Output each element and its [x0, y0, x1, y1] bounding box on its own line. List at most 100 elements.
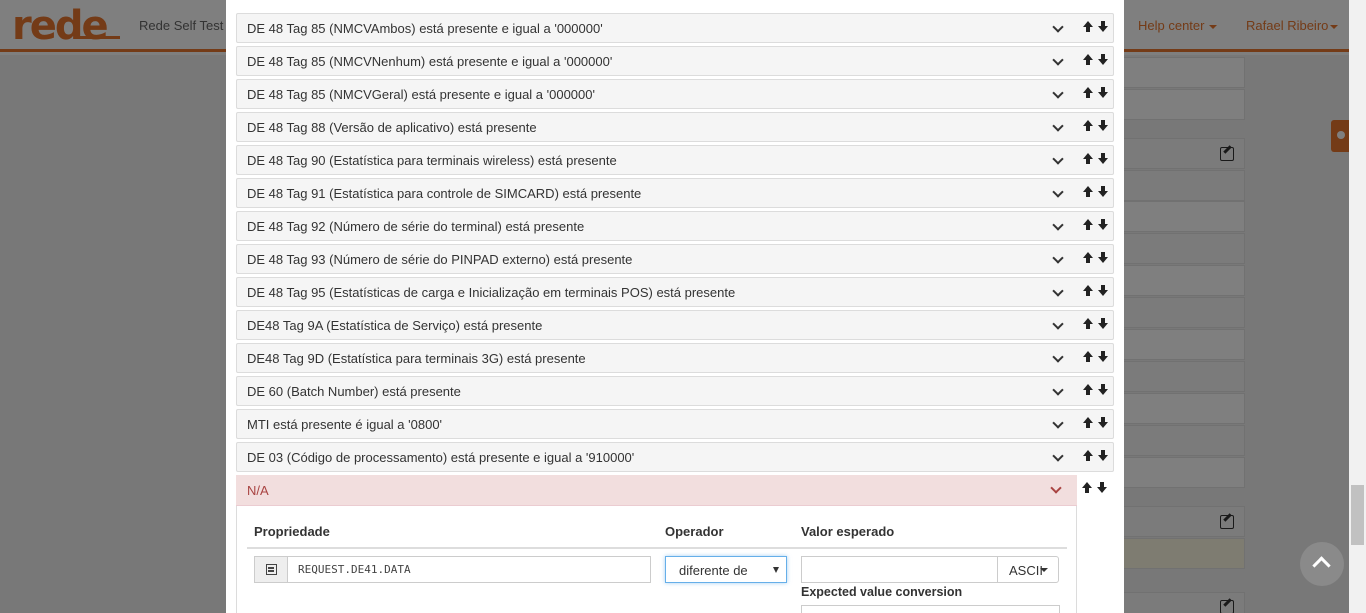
rule-label: DE 48 Tag 92 (Número de série do termina… — [247, 219, 585, 234]
rule-panel[interactable]: MTI está presente é igual a '0800' — [236, 409, 1114, 439]
arrow-up-icon[interactable] — [1083, 285, 1093, 299]
property-field[interactable]: REQUEST.DE41.DATA — [254, 556, 651, 583]
rule-item[interactable]: DE48 Tag 9A (Estatística de Serviço) est… — [236, 310, 1114, 340]
property-value: REQUEST.DE41.DATA — [298, 563, 411, 576]
rule-item[interactable]: MTI está presente é igual a '0800' — [236, 409, 1114, 439]
rule-label: DE 03 (Código de processamento) está pre… — [247, 450, 635, 465]
arrow-up-icon[interactable] — [1083, 252, 1093, 266]
arrow-down-icon[interactable] — [1098, 417, 1108, 431]
rule-label: DE 48 Tag 95 (Estatísticas de carga e In… — [247, 285, 736, 300]
arrow-up-icon[interactable] — [1083, 153, 1093, 167]
arrow-up-icon[interactable] — [1083, 450, 1093, 464]
chevron-down-icon[interactable] — [1052, 21, 1064, 33]
rule-panel[interactable]: DE 48 Tag 91 (Estatística para controle … — [236, 178, 1114, 208]
rule-panel[interactable]: DE 48 Tag 90 (Estatística para terminais… — [236, 145, 1114, 175]
rule-panel[interactable]: DE48 Tag 9D (Estatística para terminais … — [236, 343, 1114, 373]
list-icon — [266, 564, 277, 575]
rule-panel[interactable]: DE 48 Tag 92 (Número de série do termina… — [236, 211, 1114, 241]
rule-item[interactable]: DE 48 Tag 95 (Estatísticas de carga e In… — [236, 277, 1114, 307]
arrow-down-icon[interactable] — [1098, 87, 1108, 101]
expected-value-input[interactable] — [801, 556, 998, 583]
arrow-up-icon[interactable] — [1083, 186, 1093, 200]
chevron-down-icon[interactable] — [1052, 285, 1064, 297]
rule-label: DE 60 (Batch Number) está presente — [247, 384, 461, 399]
rule-item[interactable]: DE 48 Tag 85 (NMCVGeral) está presente e… — [236, 79, 1114, 109]
arrow-down-icon[interactable] — [1098, 351, 1108, 365]
conversion-input[interactable] — [801, 605, 1060, 613]
active-rule-header[interactable]: N/A — [236, 475, 1077, 506]
arrow-down-icon[interactable] — [1098, 153, 1108, 167]
chevron-down-icon[interactable] — [1052, 54, 1064, 66]
arrow-down-icon[interactable] — [1098, 54, 1108, 68]
rule-label: DE 48 Tag 85 (NMCVAmbos) está presente e… — [247, 21, 603, 36]
rule-item[interactable]: DE 60 (Batch Number) está presente — [236, 376, 1114, 406]
arrow-down-icon[interactable] — [1098, 318, 1108, 332]
rule-label: MTI está presente é igual a '0800' — [247, 417, 443, 432]
property-picker-button[interactable] — [255, 557, 288, 582]
arrow-up-icon[interactable] — [1083, 54, 1093, 68]
arrow-down-icon[interactable] — [1097, 482, 1107, 496]
chevron-down-icon[interactable] — [1052, 318, 1064, 330]
rule-label: DE 48 Tag 85 (NMCVNenhum) está presente … — [247, 54, 613, 69]
rule-item[interactable]: DE 48 Tag 85 (NMCVAmbos) está presente e… — [236, 13, 1114, 43]
rule-panel[interactable]: DE 48 Tag 85 (NMCVNenhum) está presente … — [236, 46, 1114, 76]
rule-panel[interactable]: DE 03 (Código de processamento) está pre… — [236, 442, 1114, 472]
expected-value-header: Valor esperado — [801, 524, 895, 539]
chevron-down-icon[interactable] — [1052, 87, 1064, 99]
back-to-top-button[interactable] — [1300, 542, 1344, 586]
scrollbar-thumb[interactable] — [1351, 485, 1364, 545]
encoding-label: ASCII — [1009, 563, 1043, 578]
arrow-down-icon[interactable] — [1098, 285, 1108, 299]
arrow-down-icon[interactable] — [1098, 450, 1108, 464]
arrow-up-icon[interactable] — [1083, 21, 1093, 35]
header-divider — [247, 547, 1067, 549]
chevron-down-icon[interactable] — [1052, 417, 1064, 429]
arrow-down-icon[interactable] — [1098, 21, 1108, 35]
rule-panel[interactable]: DE 48 Tag 88 (Versão de aplicativo) está… — [236, 112, 1114, 142]
chevron-down-icon[interactable] — [1050, 482, 1062, 494]
arrow-down-icon[interactable] — [1098, 186, 1108, 200]
arrow-up-icon[interactable] — [1083, 318, 1093, 332]
rule-item[interactable]: DE 48 Tag 90 (Estatística para terminais… — [236, 145, 1114, 175]
rule-panel[interactable]: DE 48 Tag 93 (Número de série do PINPAD … — [236, 244, 1114, 274]
chevron-down-icon[interactable] — [1052, 219, 1064, 231]
chevron-down-icon[interactable] — [1052, 120, 1064, 132]
rule-item[interactable]: DE 48 Tag 85 (NMCVNenhum) está presente … — [236, 46, 1114, 76]
rule-panel[interactable]: DE48 Tag 9A (Estatística de Serviço) est… — [236, 310, 1114, 340]
rule-panel[interactable]: DE 48 Tag 85 (NMCVAmbos) está presente e… — [236, 13, 1114, 43]
arrow-up-icon[interactable] — [1082, 482, 1092, 496]
arrow-down-icon[interactable] — [1098, 219, 1108, 233]
rule-item[interactable]: DE 48 Tag 88 (Versão de aplicativo) está… — [236, 112, 1114, 142]
active-rule-label: N/A — [247, 483, 269, 498]
arrow-up-icon[interactable] — [1083, 120, 1093, 134]
arrow-up-icon[interactable] — [1083, 351, 1093, 365]
page-scrollbar[interactable] — [1349, 0, 1366, 613]
rule-item[interactable]: DE 48 Tag 92 (Número de série do termina… — [236, 211, 1114, 241]
rule-item[interactable]: DE 48 Tag 93 (Número de série do PINPAD … — [236, 244, 1114, 274]
arrow-down-icon[interactable] — [1098, 120, 1108, 134]
rule-item[interactable]: DE 48 Tag 91 (Estatística para controle … — [236, 178, 1114, 208]
operator-select[interactable]: diferente de — [665, 556, 787, 583]
chevron-down-icon[interactable] — [1052, 450, 1064, 462]
chevron-down-icon[interactable] — [1052, 384, 1064, 396]
property-header: Propriedade — [254, 524, 330, 539]
rule-item[interactable]: DE48 Tag 9D (Estatística para terminais … — [236, 343, 1114, 373]
arrow-down-icon[interactable] — [1098, 252, 1108, 266]
operator-value: diferente de — [679, 563, 748, 578]
chevron-down-icon[interactable] — [1052, 153, 1064, 165]
active-rule-reorder — [1082, 482, 1112, 498]
rule-item[interactable]: DE 03 (Código de processamento) está pre… — [236, 442, 1114, 472]
chevron-down-icon[interactable] — [1052, 351, 1064, 363]
chevron-down-icon[interactable] — [1052, 252, 1064, 264]
encoding-dropdown[interactable]: ASCII — [997, 556, 1059, 583]
arrow-up-icon[interactable] — [1083, 384, 1093, 398]
arrow-up-icon[interactable] — [1083, 87, 1093, 101]
arrow-down-icon[interactable] — [1098, 384, 1108, 398]
arrow-up-icon[interactable] — [1083, 417, 1093, 431]
chevron-down-icon[interactable] — [1052, 186, 1064, 198]
rule-panel[interactable]: DE 60 (Batch Number) está presente — [236, 376, 1114, 406]
arrow-up-icon[interactable] — [1083, 219, 1093, 233]
rule-label: DE48 Tag 9D (Estatística para terminais … — [247, 351, 586, 366]
rule-panel[interactable]: DE 48 Tag 85 (NMCVGeral) está presente e… — [236, 79, 1114, 109]
rule-panel[interactable]: DE 48 Tag 95 (Estatísticas de carga e In… — [236, 277, 1114, 307]
